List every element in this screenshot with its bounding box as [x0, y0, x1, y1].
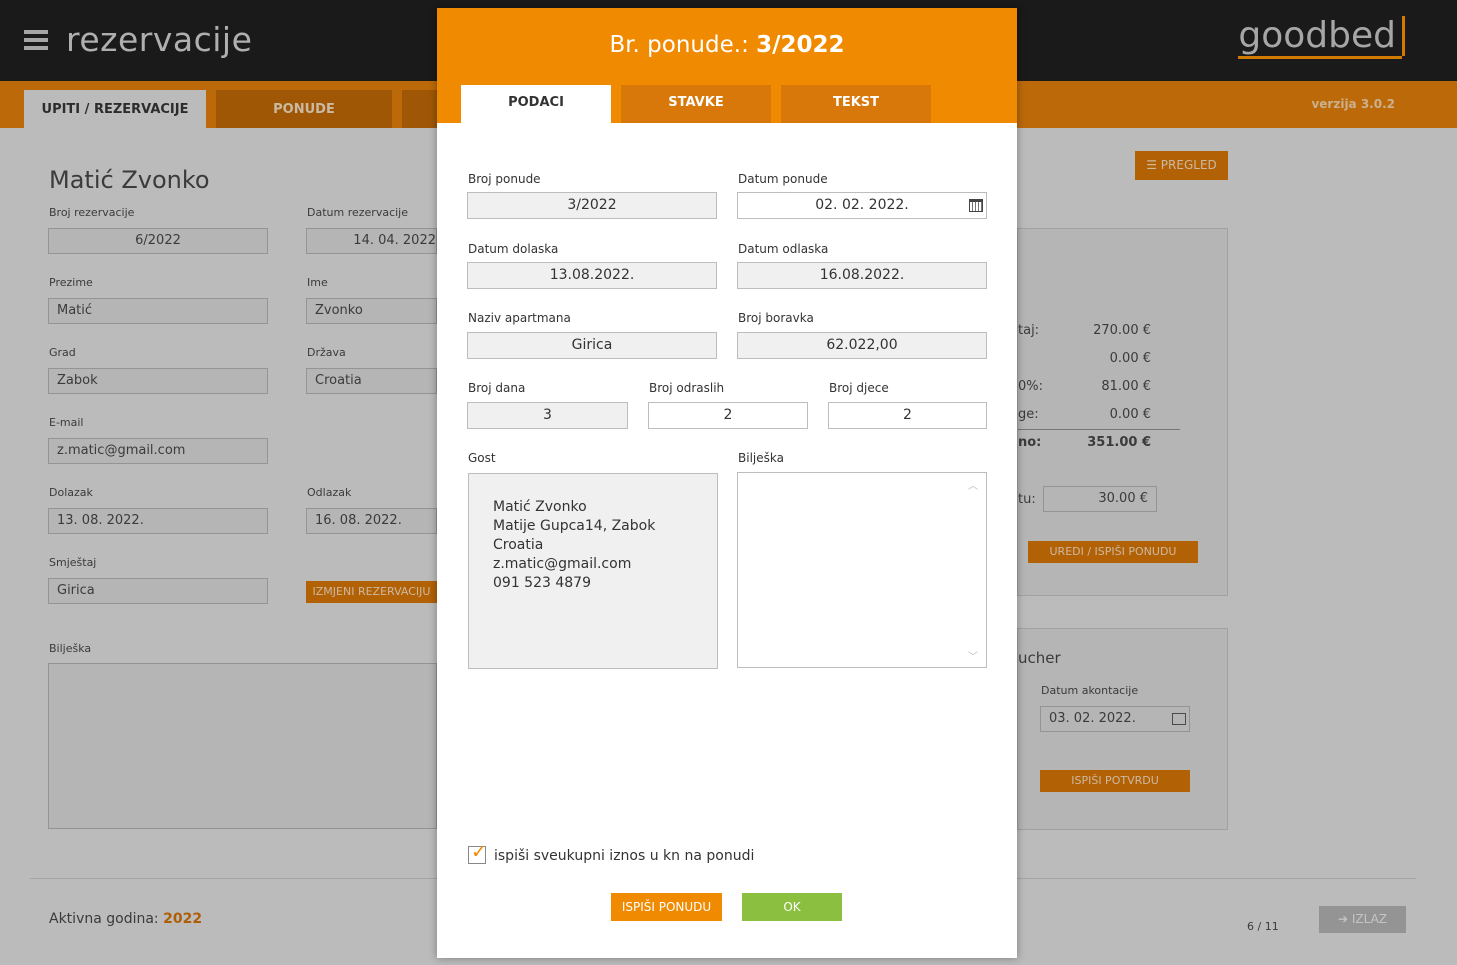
biljeska-textarea[interactable]: ︿ ﹀ — [737, 472, 987, 668]
datum-ponude-label: Datum ponude — [738, 172, 828, 186]
naziv-apartmana-label: Naziv apartmana — [468, 311, 571, 325]
gost-name: Matić Zvonko — [493, 499, 587, 515]
gost-phone: 091 523 4879 — [493, 575, 591, 591]
tab-podaci[interactable]: PODACI — [461, 85, 611, 123]
calendar-icon[interactable] — [969, 199, 983, 212]
broj-boravka-field[interactable]: 62.022,00 — [737, 332, 987, 359]
datum-odlaska-field[interactable]: 16.08.2022. — [737, 262, 987, 289]
broj-ponude-label: Broj ponude — [468, 172, 541, 186]
broj-djece-label: Broj djece — [829, 381, 889, 395]
broj-odraslih-field[interactable]: 2 — [648, 402, 808, 429]
gost-info-box[interactable]: Matić Zvonko Matije Gupca14, Zabok Croat… — [468, 473, 718, 669]
tab-stavke[interactable]: STAVKE — [621, 85, 771, 123]
biljeska-label: Bilješka — [738, 451, 784, 465]
tab-tekst[interactable]: TEKST — [781, 85, 931, 123]
print-total-kn-label[interactable]: ispiši sveukupni iznos u kn na ponudi — [494, 848, 754, 864]
scroll-down-icon[interactable]: ﹀ — [968, 648, 978, 663]
dialog-header: Br. ponude.: 3/2022 PODACI STAVKE TEKST — [437, 8, 1017, 123]
dialog-title-number: 3/2022 — [756, 32, 845, 58]
checkmark-icon: ✓ — [471, 841, 487, 863]
ispisi-ponudu-button[interactable]: ISPIŠI PONUDU — [611, 893, 722, 921]
naziv-apartmana-field[interactable]: Girica — [467, 332, 717, 359]
offer-dialog: Br. ponude.: 3/2022 PODACI STAVKE TEKST … — [437, 8, 1017, 958]
gost-email: z.matic@gmail.com — [493, 556, 632, 572]
broj-boravka-label: Broj boravka — [738, 311, 814, 325]
datum-ponude-field[interactable]: 02. 02. 2022. — [737, 192, 987, 219]
dialog-title: Br. ponude.: 3/2022 — [437, 32, 1017, 58]
scroll-up-icon[interactable]: ︿ — [968, 477, 978, 492]
broj-dana-field[interactable]: 3 — [467, 402, 628, 429]
print-total-kn-checkbox[interactable]: ✓ — [468, 841, 487, 864]
gost-label: Gost — [468, 451, 496, 465]
dialog-title-prefix: Br. ponude.: — [609, 32, 749, 58]
datum-ponude-value: 02. 02. 2022. — [815, 197, 909, 213]
datum-dolaska-label: Datum dolaska — [468, 242, 559, 256]
broj-djece-field[interactable]: 2 — [828, 402, 987, 429]
broj-dana-label: Broj dana — [468, 381, 526, 395]
datum-dolaska-field[interactable]: 13.08.2022. — [467, 262, 717, 289]
broj-odraslih-label: Broj odraslih — [649, 381, 725, 395]
broj-ponude-field[interactable]: 3/2022 — [467, 192, 717, 219]
gost-address: Matije Gupca14, Zabok — [493, 518, 656, 534]
gost-country: Croatia — [493, 537, 544, 553]
ok-button[interactable]: OK — [742, 893, 842, 921]
datum-odlaska-label: Datum odlaska — [738, 242, 829, 256]
